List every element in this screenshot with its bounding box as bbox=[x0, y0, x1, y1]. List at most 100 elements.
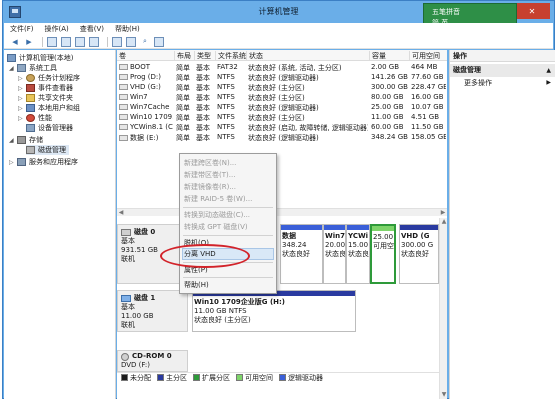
volume-row[interactable]: Win10 1709…简单基本 NTFS 状态良好 (主分区) 11.00 GB 4.5… bbox=[117, 112, 447, 122]
volume-row[interactable]: YCWin8.1 (C:)简单基本 NTFS 状态良好 (启动, 故障转储, 逻辑驱… bbox=[117, 122, 447, 132]
view-icon[interactable] bbox=[154, 36, 164, 47]
expand-icon[interactable]: ▷ bbox=[18, 75, 26, 82]
volume-cell-text: 158.05 GB bbox=[411, 133, 446, 141]
legend-label: 逻辑驱动器 bbox=[288, 373, 323, 382]
col-filesystem[interactable]: 文件系统 bbox=[215, 51, 246, 61]
partition-data[interactable]: 数据 348.24 状态良好 bbox=[280, 224, 323, 284]
menu-view[interactable]: 查看(V) bbox=[80, 24, 104, 34]
tree-device-manager[interactable]: 设备管理器 bbox=[26, 123, 73, 133]
volume-row[interactable]: VHD (G:) 简单 基本 NTFS 状态良好 (主分区) 300.00 GB 228.4… bbox=[117, 82, 447, 92]
partition-size: 348.24 bbox=[282, 241, 307, 249]
scroll-up-icon[interactable]: ▲ bbox=[440, 218, 448, 226]
col-capacity[interactable]: 容量 bbox=[369, 51, 409, 61]
check-icon[interactable] bbox=[112, 36, 122, 47]
menu-new-raid5-volume[interactable]: 新建 RAID-5 卷(W)... bbox=[184, 194, 252, 204]
volume-row[interactable]: Win7 简单 基本 NTFS 状态良好 (主分区) 80.00 GB 16.00 GB bbox=[117, 92, 447, 102]
folder-up-icon[interactable] bbox=[47, 36, 57, 47]
tree-event-viewer[interactable]: ▷ 事件查看器 bbox=[18, 83, 73, 93]
vertical-scrollbar[interactable]: ▲ ▼ bbox=[439, 218, 447, 399]
volume-cell-text: 11.50 GB bbox=[411, 123, 444, 131]
forward-icon[interactable]: ▶ bbox=[24, 37, 34, 47]
volume-cell-text: 简单 bbox=[176, 104, 190, 112]
menu-convert-gpt[interactable]: 转换成 GPT 磁盘(V) bbox=[184, 222, 248, 232]
volume-cell: 16.00 GB bbox=[411, 93, 446, 101]
col-status[interactable]: 状态 bbox=[246, 51, 369, 61]
volume-row[interactable]: 数据 (E:) 简单 基本 NTFS 状态良好 (逻辑驱动器) 348.24 GB 158.… bbox=[117, 132, 447, 142]
disk-1-label[interactable]: 磁盘 1 基本 11.00 GB 联机 bbox=[117, 290, 188, 332]
properties-icon[interactable] bbox=[89, 36, 99, 47]
collapse-icon[interactable]: ◢ bbox=[9, 65, 17, 72]
tree-event-viewer-label: 事件查看器 bbox=[38, 84, 73, 92]
collapse-arrow-icon[interactable]: ▲ bbox=[546, 64, 551, 77]
menu-action[interactable]: 操作(A) bbox=[45, 24, 69, 34]
volume-cell-text: 基本 bbox=[196, 64, 210, 72]
collapse-icon[interactable]: ◢ bbox=[9, 137, 17, 144]
help-icon[interactable] bbox=[75, 36, 85, 47]
search-icon[interactable]: ⌕ bbox=[140, 37, 150, 47]
menu-help[interactable]: 帮助(H) bbox=[184, 280, 209, 290]
tree-task-scheduler[interactable]: ▷ 任务计划程序 bbox=[18, 73, 80, 83]
console-tree-icon[interactable] bbox=[61, 36, 71, 47]
toolbar-separator bbox=[107, 36, 108, 47]
volume-row[interactable]: Win7Cache 简单 基本 NTFS 状态良好 (逻辑驱动器) 25.00 GB 10.… bbox=[117, 102, 447, 112]
volume-cell: 简单 bbox=[176, 133, 193, 143]
menu-separator bbox=[183, 235, 273, 236]
tree-disk-management[interactable]: 磁盘管理 bbox=[26, 145, 69, 155]
back-icon[interactable]: ◀ bbox=[10, 37, 20, 47]
partition-ycwin[interactable]: YCWi 15.00 状态良好 bbox=[346, 224, 370, 284]
legend-extended: 扩展分区 bbox=[193, 373, 230, 383]
partition-vhd[interactable]: VHD (G 300.00 G 状态良好 bbox=[399, 224, 439, 284]
cdrom-label[interactable]: CD-ROM 0 DVD (F:) bbox=[117, 350, 188, 372]
more-actions[interactable]: 更多操作 ▶ bbox=[450, 77, 555, 89]
volume-cell: 数据 (E:) bbox=[119, 133, 173, 143]
ime-mode-label[interactable]: 五笔拼音 bbox=[432, 7, 557, 17]
volume-icon bbox=[119, 84, 128, 90]
volume-cell-text: 基本 bbox=[196, 74, 210, 82]
col-type[interactable]: 类型 bbox=[194, 51, 215, 61]
extended-swatch bbox=[193, 374, 200, 381]
partition-name: Win7 bbox=[325, 232, 345, 240]
volume-cell-text: 基本 bbox=[196, 124, 210, 132]
partition-status: 状态良好 bbox=[325, 250, 346, 258]
col-free[interactable]: 可用空间 bbox=[409, 51, 447, 61]
volume-row[interactable]: Prog (D:) 简单 基本 NTFS 状态良好 (逻辑驱动器) 141.26 GB 77… bbox=[117, 72, 447, 82]
tree-root[interactable]: 计算机管理(本地) bbox=[7, 53, 73, 63]
menu-new-mirrored-volume[interactable]: 新建镜像卷(R)... bbox=[184, 182, 236, 192]
volume-icon bbox=[119, 114, 128, 120]
partition-free[interactable]: 25.00 可用空 bbox=[370, 224, 396, 284]
menu-new-spanned-volume[interactable]: 新建跨区卷(N)... bbox=[184, 158, 236, 168]
partition-size: 11.00 GB NTFS bbox=[194, 307, 247, 315]
expand-icon[interactable]: ▷ bbox=[18, 105, 26, 112]
volume-cell: 464 MB bbox=[411, 63, 446, 71]
volume-cell-text: NTFS bbox=[217, 123, 235, 131]
expand-icon[interactable]: ▷ bbox=[18, 85, 26, 92]
menu-help[interactable]: 帮助(H) bbox=[115, 24, 140, 34]
tree-system-tools[interactable]: ◢ 系统工具 bbox=[9, 63, 57, 73]
volume-cell-text: Win7Cache bbox=[130, 103, 170, 111]
tree-shared-folders[interactable]: ▷ 共享文件夹 bbox=[18, 93, 73, 103]
partition-win10[interactable]: Win10 1709企业版G (H:) 11.00 GB NTFS 状态良好 (… bbox=[192, 290, 356, 332]
menu-convert-dynamic[interactable]: 转换到动态磁盘(C)... bbox=[184, 210, 250, 220]
scroll-left-icon[interactable]: ◀ bbox=[117, 209, 125, 217]
col-volume[interactable]: 卷 bbox=[117, 51, 174, 61]
actions-disk-management[interactable]: 磁盘管理 ▲ bbox=[450, 64, 555, 77]
scroll-down-icon[interactable]: ▼ bbox=[440, 391, 448, 399]
volume-cell: VHD (G:) bbox=[119, 83, 173, 91]
expand-icon[interactable]: ▷ bbox=[18, 95, 26, 102]
clock-icon bbox=[26, 74, 35, 82]
tree-services[interactable]: ▷ 服务和应用程序 bbox=[9, 157, 78, 167]
expand-icon[interactable]: ▷ bbox=[9, 159, 17, 166]
open-icon[interactable] bbox=[126, 36, 136, 47]
menu-file[interactable]: 文件(F) bbox=[10, 24, 34, 34]
scroll-right-icon[interactable]: ▶ bbox=[439, 209, 447, 217]
tree-storage[interactable]: ◢ 存储 bbox=[9, 135, 43, 145]
horizontal-scrollbar[interactable]: ◀ ▶ bbox=[117, 208, 447, 216]
menu-new-striped-volume[interactable]: 新建带区卷(T)... bbox=[184, 170, 235, 180]
volume-row[interactable]: BOOT 简单 基本 FAT32 状态良好 (系统, 活动, 主分区) 2.00 GB 46… bbox=[117, 62, 447, 72]
device-manager-icon bbox=[26, 124, 35, 132]
partition-win7[interactable]: Win7 20.00 状态良好 bbox=[323, 224, 346, 284]
col-layout[interactable]: 布局 bbox=[174, 51, 194, 61]
tree-local-users[interactable]: ▷ 本地用户和组 bbox=[18, 103, 80, 113]
expand-icon[interactable]: ▷ bbox=[18, 115, 26, 122]
tree-performance[interactable]: ▷ 性能 bbox=[18, 113, 52, 123]
